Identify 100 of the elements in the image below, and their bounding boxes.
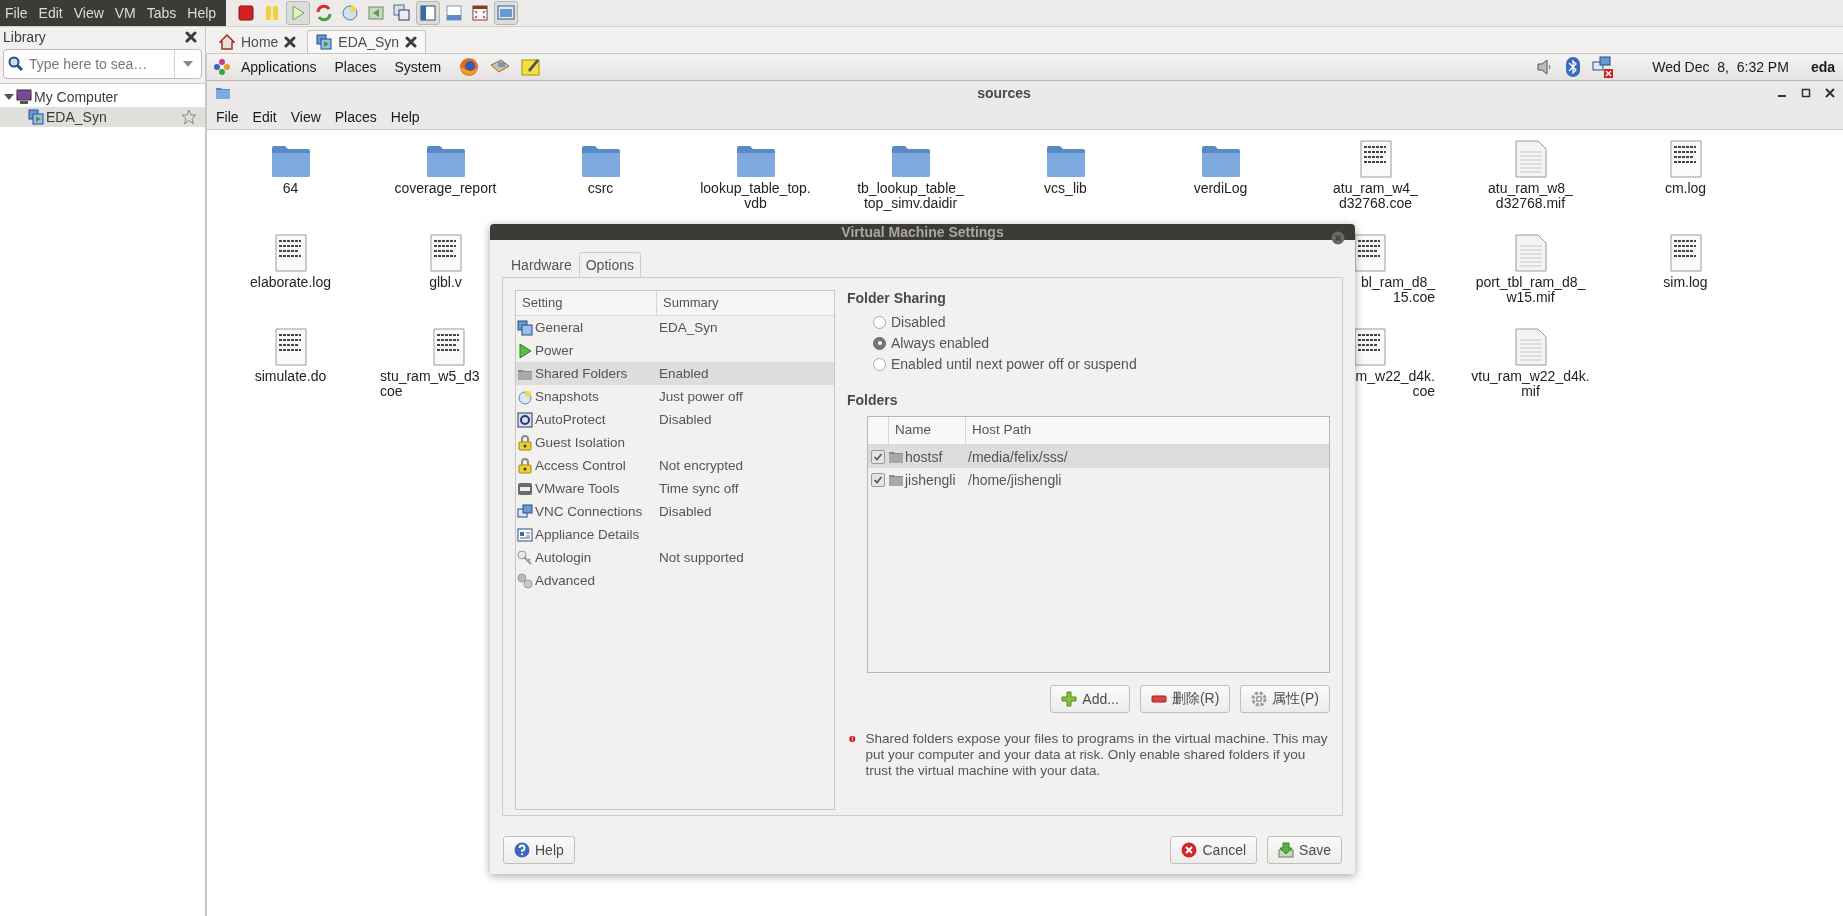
text-file-icon[interactable] [1359, 140, 1392, 178]
folder-icon[interactable] [270, 144, 311, 178]
snapshot-icon [517, 388, 533, 405]
network-error-icon[interactable] [1592, 56, 1615, 78]
menu-item[interactable]: VM [109, 5, 142, 21]
file-name: coverage_report [394, 181, 497, 196]
warning-text: Shared folders expose your files to programs in the virtual machine. This may put your computer and your data at risk. Only enable shared folders if you trust the virtual machine with your data. [865, 731, 1329, 779]
folder-name: jishengli [905, 471, 956, 488]
add-button[interactable]: Add... [1050, 685, 1130, 713]
column-header[interactable]: Name [888, 417, 965, 444]
clock[interactable]: Wed Dec 8, 6:32 PM [1652, 59, 1789, 75]
menu-item[interactable]: Places [327, 109, 384, 125]
notepad-icon[interactable] [521, 57, 542, 77]
menu-item[interactable]: File [0, 5, 34, 21]
menu-item[interactable]: Tabs [141, 5, 183, 21]
folder-row[interactable]: jishengli /home/jishengli [868, 468, 1329, 491]
folder-name: hostsf [905, 448, 943, 465]
file-name: tb_lookup_table_ top_simv.daidir [857, 181, 964, 211]
close-icon[interactable] [185, 31, 197, 43]
close-icon[interactable] [405, 36, 418, 48]
panel-menu[interactable]: Places [326, 59, 385, 75]
folder-icon [888, 472, 904, 487]
maximize-icon[interactable] [1801, 88, 1811, 98]
column-header[interactable]: Summary [656, 291, 834, 315]
close-icon[interactable] [284, 36, 297, 48]
plus-icon [1061, 691, 1078, 707]
close-icon[interactable] [1825, 88, 1835, 98]
file-name: verdiLog [1193, 181, 1248, 196]
flower-logo-icon[interactable] [213, 58, 231, 76]
settings-row[interactable]: Access Control Not encrypted [516, 454, 834, 477]
text-file-icon[interactable] [1353, 328, 1386, 366]
tab[interactable]: Home [241, 34, 279, 50]
cancel-button[interactable]: Cancel [1170, 836, 1258, 864]
panel-menu[interactable]: Applications [233, 59, 325, 75]
browser-icon[interactable] [459, 57, 480, 77]
file-name: lookup_table_top. vdb [700, 181, 811, 211]
menu-item[interactable]: Edit [245, 109, 284, 125]
dropdown-icon[interactable] [183, 61, 193, 67]
settings-row[interactable]: AutoProtect Disabled [516, 408, 834, 431]
vm-icon [316, 34, 333, 50]
radio-label[interactable]: Always enabled [891, 335, 990, 351]
text-file-icon[interactable] [429, 234, 462, 272]
folder-icon[interactable] [1200, 144, 1241, 178]
settings-row[interactable]: General EDA_Syn [516, 316, 834, 339]
file-name: 64 [282, 181, 299, 196]
panel-menu[interactable]: System [386, 59, 450, 75]
checkbox[interactable] [871, 472, 885, 487]
tab[interactable]: Options [578, 252, 641, 277]
star-icon[interactable] [181, 109, 197, 125]
bluetooth-icon[interactable] [1566, 57, 1581, 77]
expanded-icon[interactable] [4, 92, 14, 102]
text-file-icon[interactable] [274, 328, 307, 366]
text-file-icon[interactable] [1669, 234, 1702, 272]
id-card-icon [517, 526, 533, 543]
folder-icon[interactable] [1045, 144, 1086, 178]
save-button[interactable]: Save [1267, 836, 1342, 864]
column-header[interactable]: Setting [516, 291, 656, 315]
settings-row[interactable]: Power [516, 339, 834, 362]
checkbox[interactable] [871, 449, 885, 464]
menu-item[interactable]: Help [383, 109, 427, 125]
window-title: sources [976, 85, 1032, 101]
settings-row[interactable]: VMware Tools Time sync off [516, 477, 834, 500]
folder-icon[interactable] [425, 144, 466, 178]
folder-icon[interactable] [580, 144, 621, 178]
settings-row[interactable]: Appliance Details [516, 523, 834, 546]
settings-row[interactable]: Autologin Not supported [516, 546, 834, 569]
menu-item[interactable]: View [283, 109, 328, 125]
radio-button[interactable] [873, 357, 886, 371]
help-button[interactable]: Help [503, 836, 575, 864]
radio-label[interactable]: Disabled [891, 314, 946, 330]
menu-item[interactable]: View [68, 5, 110, 21]
tree-item[interactable]: My Computer [34, 89, 119, 105]
folder-icon[interactable] [735, 144, 776, 178]
menu-item[interactable]: Edit [33, 5, 69, 21]
text-file-icon[interactable] [432, 328, 465, 366]
column-header[interactable]: Host Path [965, 417, 1329, 444]
settings-row[interactable]: VNC Connections Disabled [516, 500, 834, 523]
radio-button[interactable] [873, 315, 886, 329]
radio-label[interactable]: Enabled until next power off or suspend [891, 356, 1137, 372]
remove-button[interactable]: 删除(R) [1139, 685, 1231, 713]
menu-item[interactable]: File [209, 109, 246, 125]
close-icon[interactable] [1331, 231, 1345, 245]
settings-row[interactable]: Shared Folders Enabled [516, 362, 834, 385]
menu-item[interactable]: Help [182, 5, 223, 21]
sidebar-icon[interactable] [416, 1, 441, 25]
folder-icon[interactable] [890, 144, 931, 178]
search-box[interactable]: Type here to sea… [3, 49, 202, 79]
settings-row[interactable]: Advanced [516, 569, 834, 592]
user-name[interactable]: eda [1810, 59, 1835, 75]
settings-row[interactable]: Snapshots Just power off [516, 385, 834, 408]
file-name: vtu_ram_w22_d4k. mif [1471, 369, 1590, 399]
folder-row[interactable]: hostsf /media/felix/sss/ [868, 445, 1329, 468]
text-file-icon[interactable] [1353, 234, 1386, 272]
setting-name: Appliance Details [535, 527, 640, 542]
text-file-icon[interactable] [1669, 140, 1702, 178]
settings-row[interactable]: Guest Isolation [516, 431, 834, 454]
properties-button[interactable]: 属性(P) [1240, 685, 1330, 713]
text-file-icon[interactable] [274, 234, 307, 272]
radio-button[interactable] [873, 336, 886, 350]
tab[interactable]: Hardware [504, 252, 579, 277]
